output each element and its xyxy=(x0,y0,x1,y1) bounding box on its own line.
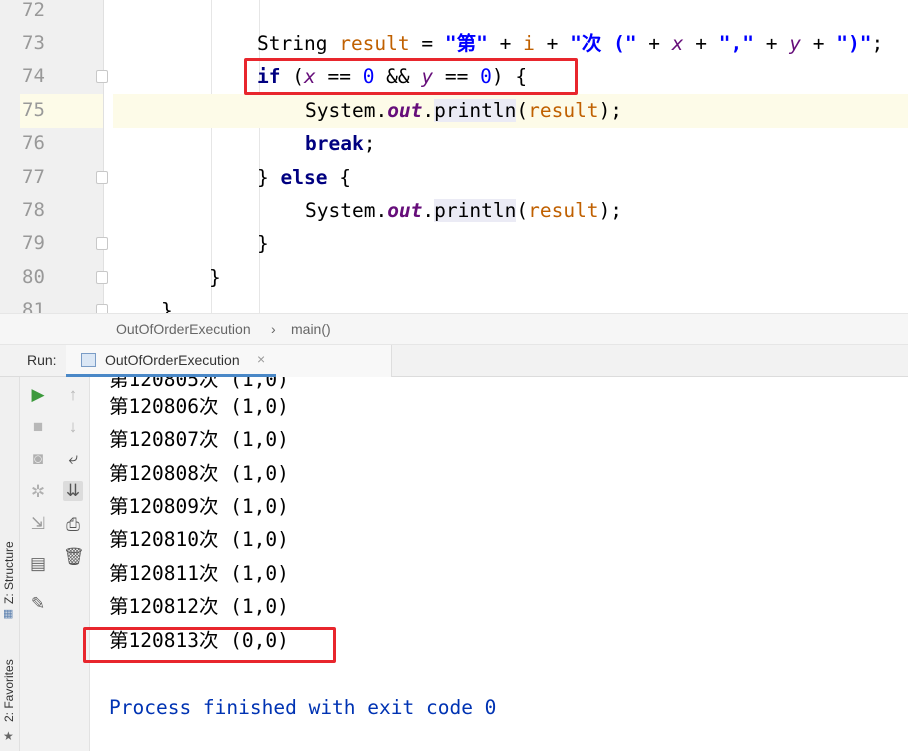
console-icon xyxy=(81,353,96,367)
run-tab-outoforderexecution[interactable]: OutOfOrderExecution × xyxy=(66,345,392,377)
run-toolbar-secondary: ↑ ↓ ⤶ ⇊ ⎙ 🗑 xyxy=(55,377,90,751)
fold-marker-icon[interactable] xyxy=(96,171,108,184)
console-line: 第120808次 (1,0) xyxy=(109,462,289,485)
trash-icon[interactable]: 🗑 xyxy=(63,547,85,567)
breadcrumb: OutOfOrderExecution › main() xyxy=(0,313,908,345)
line-number: 76 xyxy=(22,132,45,154)
line-number: 72 xyxy=(22,0,45,21)
code-line-73[interactable]: 73 String result = "第" + i + "次 (" + x +… xyxy=(0,27,908,61)
console-line: 第120807次 (1,0) xyxy=(109,428,289,451)
run-panel-label: Run: xyxy=(27,352,57,368)
debug-icon[interactable]: ✲ xyxy=(28,482,48,502)
up-arrow-icon[interactable]: ↑ xyxy=(63,385,83,405)
structure-tool-button[interactable]: Z: Structure xyxy=(2,541,16,604)
code-line-72[interactable]: 72 xyxy=(0,0,908,28)
run-tab-label: OutOfOrderExecution xyxy=(105,352,240,368)
layout-icon[interactable]: ▤ xyxy=(28,554,48,574)
line-number: 80 xyxy=(22,266,45,288)
code-text: System.out.println(result); xyxy=(305,199,623,222)
fold-marker-icon[interactable] xyxy=(96,237,108,250)
exit-icon[interactable]: ⇲ xyxy=(28,514,48,534)
run-panel-header: Run: OutOfOrderExecution × xyxy=(0,345,908,377)
code-line-75[interactable]: 75 System.out.println(result); xyxy=(0,94,908,128)
code-text: String result = "第" + i + "次 (" + x + ",… xyxy=(257,32,884,55)
line-number: 74 xyxy=(22,65,45,87)
breadcrumb-method[interactable]: main() xyxy=(291,321,331,337)
console-line: 第120811次 (1,0) xyxy=(109,562,289,585)
fold-marker-icon[interactable] xyxy=(96,271,108,284)
code-line-79[interactable]: 79 } xyxy=(0,227,908,261)
fold-marker-icon[interactable] xyxy=(96,304,108,313)
line-number: 75 xyxy=(22,99,45,121)
camera-icon[interactable]: ◙ xyxy=(28,449,48,469)
line-number: 79 xyxy=(22,232,45,254)
breadcrumb-class[interactable]: OutOfOrderExecution xyxy=(116,321,251,337)
stop-icon[interactable]: ■ xyxy=(28,417,48,437)
code-text: } xyxy=(161,299,173,313)
code-line-78[interactable]: 78 System.out.println(result); xyxy=(0,194,908,228)
console-output[interactable]: 第120805次 (1,0) 第120806次 (1,0) 第120807次 (… xyxy=(91,377,908,751)
annotation-highlight-box xyxy=(244,58,578,95)
console-line: 第120809次 (1,0) xyxy=(109,495,289,518)
code-text: break; xyxy=(305,132,376,155)
code-text: System.out.println(result); xyxy=(305,99,623,122)
code-line-76[interactable]: 76 break; xyxy=(0,127,908,161)
code-text: } xyxy=(209,266,221,289)
code-text: } xyxy=(257,232,269,255)
fold-marker-icon[interactable] xyxy=(96,70,108,83)
line-number: 78 xyxy=(22,199,45,221)
favorites-tool-button[interactable]: 2: Favorites xyxy=(2,659,16,722)
console-line: 第120806次 (1,0) xyxy=(109,395,289,418)
pin-icon[interactable]: ✎ xyxy=(28,594,48,614)
console-line: 第120810次 (1,0) xyxy=(109,528,289,551)
code-line-80[interactable]: 80 } xyxy=(0,261,908,295)
star-icon: ★ xyxy=(3,729,14,743)
scroll-to-end-icon[interactable]: ⇊ xyxy=(63,481,83,501)
tool-window-strip: Z: Structure ▦ 2: Favorites ★ xyxy=(0,377,20,751)
print-icon[interactable]: ⎙ xyxy=(63,515,83,535)
line-number: 81 xyxy=(22,299,45,313)
structure-icon: ▦ xyxy=(3,608,14,620)
line-number: 73 xyxy=(22,32,45,54)
code-line-81[interactable]: 81 } xyxy=(0,294,908,313)
down-arrow-icon[interactable]: ↓ xyxy=(63,417,83,437)
line-number: 77 xyxy=(22,166,45,188)
annotation-highlight-box xyxy=(83,627,336,663)
code-line-77[interactable]: 77 } else { xyxy=(0,161,908,195)
run-icon[interactable]: ▶ xyxy=(28,385,48,405)
soft-wrap-icon[interactable]: ⤶ xyxy=(63,449,83,469)
run-toolbar-primary: ▶ ■ ◙ ✲ ⇲ ▤ ✎ xyxy=(20,377,55,751)
process-finished-message: Process finished with exit code 0 xyxy=(109,696,497,719)
breadcrumb-separator: › xyxy=(271,321,276,337)
console-line: 第120812次 (1,0) xyxy=(109,595,289,618)
code-editor[interactable]: 72 73 String result = "第" + i + "次 (" + … xyxy=(0,0,908,313)
close-icon[interactable]: × xyxy=(257,351,265,367)
code-text: } else { xyxy=(257,166,351,189)
